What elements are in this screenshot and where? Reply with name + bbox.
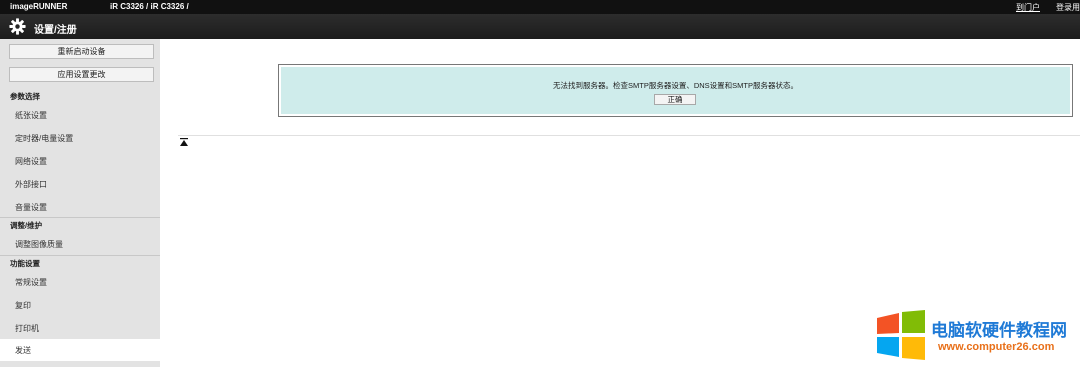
login-link[interactable]: 登录用 — [1056, 2, 1080, 13]
sidebar: 重新启动设备 应用设置更改 参数选择 纸张设置 定时器/电量设置 网络设置 外部… — [0, 39, 160, 367]
sidebar-item-label: 复印 — [15, 301, 31, 310]
sidebar-item-label: 打印机 — [15, 324, 39, 333]
portal-link[interactable]: 到门户 — [1016, 2, 1040, 13]
sidebar-item-label: 纸张设置 — [15, 111, 47, 120]
sidebar-item-timer[interactable]: 定时器/电量设置 — [0, 127, 160, 147]
sidebar-item-external-interface[interactable]: 外部接口 — [0, 173, 160, 193]
brand-name: imageRUNNER — [10, 2, 68, 11]
restart-device-button[interactable]: 重新启动设备 — [9, 44, 154, 59]
sidebar-item-label: 定时器/电量设置 — [15, 134, 74, 143]
sidebar-item-copy[interactable]: 复印 — [0, 294, 160, 314]
scroll-to-top-icon[interactable] — [180, 138, 188, 146]
alert-message: 无法找到服务器。检查SMTP服务器设置、DNS设置和SMTP服务器状态。 — [552, 81, 798, 90]
sidebar-item-printer[interactable]: 打印机 — [0, 317, 160, 337]
divider — [0, 217, 160, 218]
sidebar-item-network[interactable]: 网络设置 — [0, 150, 160, 170]
title-bar: 设置/注册 — [0, 14, 1080, 39]
sidebar-item-volume[interactable]: 音量设置 — [0, 196, 160, 216]
alert-panel: 无法找到服务器。检查SMTP服务器设置、DNS设置和SMTP服务器状态。 正确 — [281, 67, 1070, 114]
page-title: 设置/注册 — [34, 25, 77, 36]
sidebar-item-label: 网络设置 — [15, 157, 47, 166]
ok-button[interactable]: 正确 — [654, 94, 696, 105]
sidebar-item-label: 音量设置 — [15, 203, 47, 212]
sidebar-item-label: 发送 — [15, 346, 31, 355]
watermark-url: www.computer26.com — [938, 341, 1055, 353]
sidebar-item-image-quality[interactable]: 调整图像质量 — [0, 233, 160, 253]
windows-logo-icon — [877, 310, 925, 360]
sidebar-item-label: 常规设置 — [15, 278, 47, 287]
sidebar-item-label: 外部接口 — [15, 180, 47, 189]
sidebar-item-paper[interactable]: 纸张设置 — [0, 104, 160, 124]
sidebar-item-label: 调整图像质量 — [15, 240, 63, 249]
sidebar-item-send[interactable]: 发送 — [0, 339, 160, 361]
device-name: iR C3326 / iR C3326 / — [110, 2, 189, 11]
divider — [0, 255, 160, 256]
sidebar-item-general[interactable]: 常规设置 — [0, 271, 160, 291]
error-alert: 无法找到服务器。检查SMTP服务器设置、DNS设置和SMTP服务器状态。 正确 — [278, 64, 1073, 117]
watermark-name: 电脑软硬件教程网 — [931, 321, 1067, 340]
section-adjust-maintenance: 调整/维护 — [10, 221, 43, 230]
section-function-settings: 功能设置 — [10, 259, 40, 268]
gear-icon — [9, 18, 26, 35]
apply-settings-button[interactable]: 应用设置更改 — [9, 67, 154, 82]
section-preferences: 参数选择 — [10, 92, 40, 101]
content-divider — [178, 135, 1080, 136]
top-bar: imageRUNNER iR C3326 / iR C3326 / 到门户 登录… — [0, 0, 1080, 14]
